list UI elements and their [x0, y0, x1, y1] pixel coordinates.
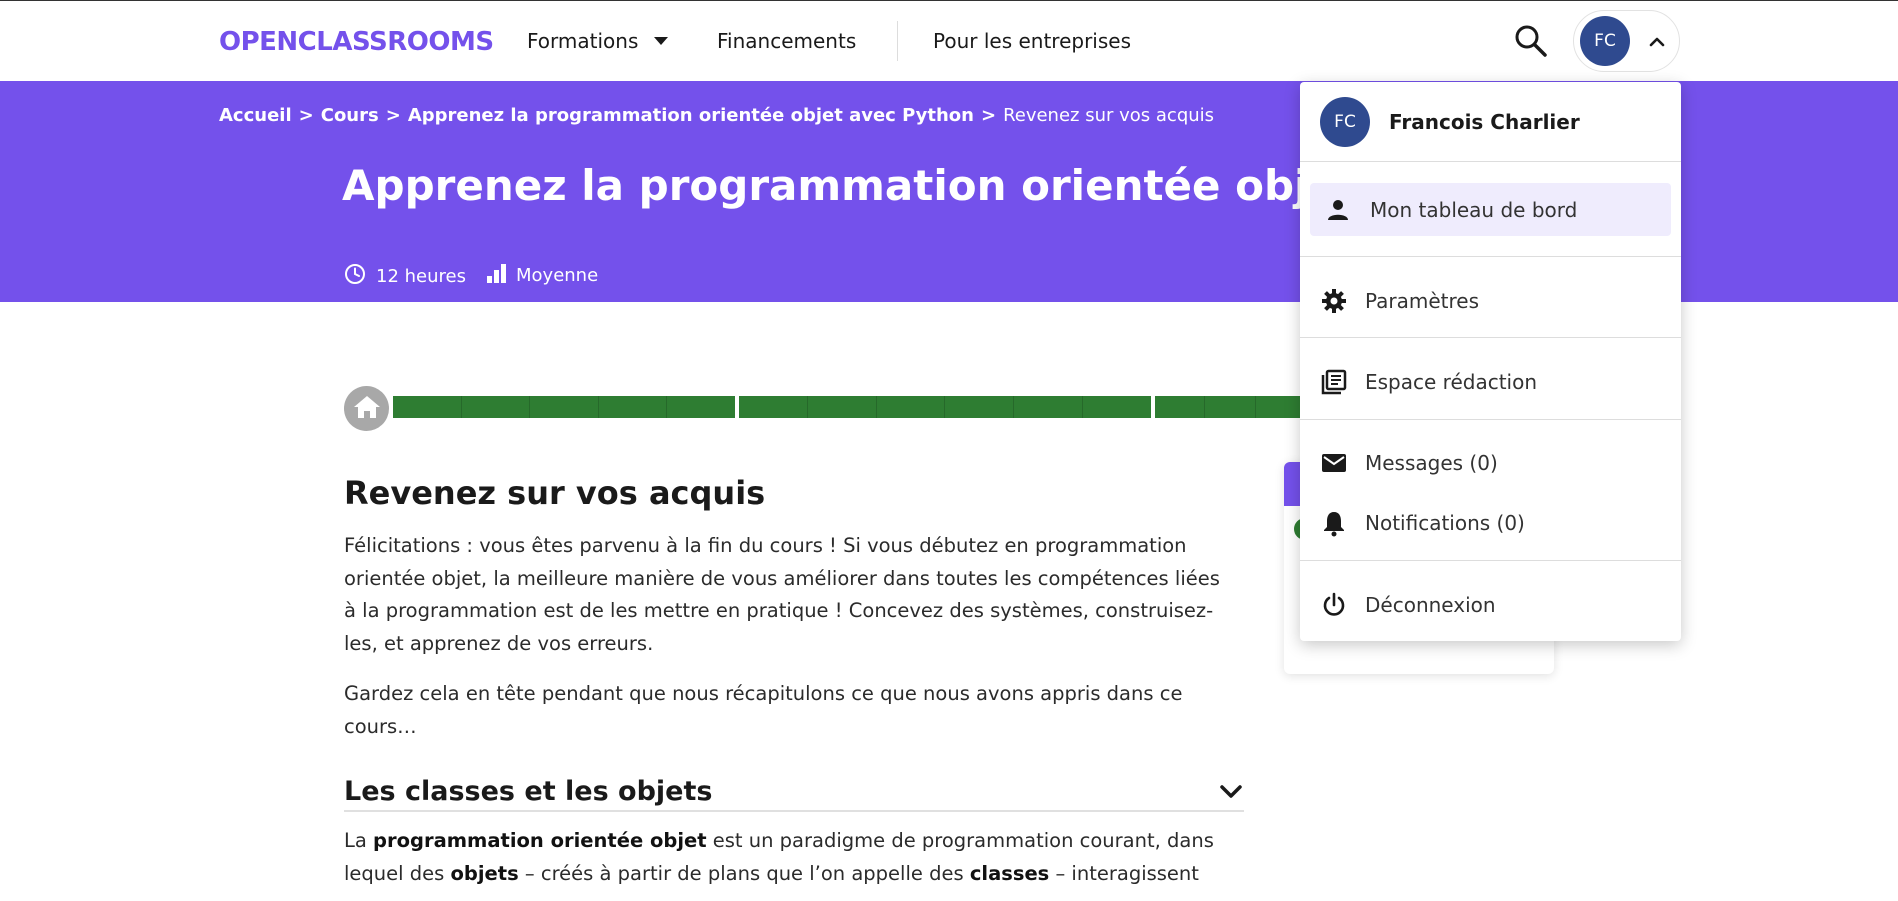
user-menu-button[interactable]: FC — [1573, 10, 1680, 72]
paragraph: Félicitations : vous êtes parvenu à la f… — [344, 534, 1220, 655]
menu-item-label: Messages (0) — [1365, 451, 1498, 475]
course-duration: 12 heures — [344, 263, 466, 290]
level-label: Moyenne — [516, 265, 599, 286]
chapter-title: Revenez sur vos acquis — [344, 474, 766, 512]
chapter-content: Revenez sur vos acquis Félicitations : v… — [344, 474, 1244, 743]
menu-divider — [1300, 560, 1681, 561]
duration-label: 12 heures — [376, 266, 466, 287]
avatar: FC — [1320, 97, 1370, 147]
breadcrumb-current: Revenez sur vos acquis — [1003, 105, 1215, 126]
search-icon[interactable] — [1513, 23, 1549, 59]
avatar-initials: FC — [1594, 31, 1616, 51]
bold-term: programmation orientée objet — [373, 829, 707, 852]
nav-financements[interactable]: Financements — [717, 29, 856, 53]
menu-item-label: Paramètres — [1365, 289, 1480, 313]
course-progress-bar — [393, 396, 1305, 418]
bold-term: objets — [450, 861, 519, 885]
gear-icon — [1320, 287, 1348, 315]
nav-entreprises-label: Pour les entreprises — [933, 29, 1132, 53]
nav-financements-label: Financements — [717, 29, 857, 53]
nav-divider — [897, 21, 898, 61]
text-run: La — [344, 829, 374, 852]
section-title: Les classes et les objets — [344, 775, 713, 807]
user-name: Francois Charlier — [1389, 110, 1580, 134]
breadcrumb: Accueil > Cours > Apprenez la programmat… — [219, 105, 1214, 126]
menu-item-label: Espace rédaction — [1365, 370, 1538, 394]
menu-item-messages[interactable]: Messages (0) — [1300, 438, 1681, 488]
nav-formations[interactable]: Formations — [527, 29, 669, 53]
breadcrumb-course[interactable]: Apprenez la programmation orientée objet… — [408, 105, 974, 126]
course-title: Apprenez la programmation orientée objet… — [342, 161, 1302, 210]
avatar: FC — [1580, 16, 1630, 66]
breadcrumb-separator: > — [298, 105, 314, 126]
menu-divider — [1300, 337, 1681, 338]
menu-item-label: Notifications (0) — [1365, 511, 1525, 535]
clock-icon — [344, 263, 366, 290]
bold-term: classes — [969, 861, 1050, 885]
paragraph: La programmation orientée objet est un p… — [344, 825, 1237, 890]
home-icon — [353, 394, 381, 424]
caret-down-icon — [654, 37, 669, 45]
person-icon — [1324, 196, 1352, 224]
course-level: Moyenne — [486, 263, 598, 288]
text-run: – interagissent — [1049, 861, 1199, 885]
menu-item-writing-space[interactable]: Espace rédaction — [1300, 357, 1681, 407]
nav-entreprises[interactable]: Pour les entreprises — [933, 29, 1131, 53]
menu-item-label: Mon tableau de bord — [1370, 197, 1578, 222]
openclassrooms-logo[interactable]: OPENCLASSROOMS — [219, 27, 494, 57]
user-dropdown-menu: FC Francois Charlier Mon tableau de bord… — [1300, 82, 1681, 641]
text-run: – créés à partir de plans que l’on appel… — [518, 861, 970, 885]
section-accordion-header[interactable]: Les classes et les objets — [344, 772, 1244, 812]
menu-divider — [1300, 256, 1681, 257]
chevron-up-icon — [1648, 33, 1666, 51]
progress-part-3[interactable] — [1155, 396, 1305, 418]
chevron-down-icon[interactable] — [1218, 778, 1244, 804]
menu-item-logout[interactable]: Déconnexion — [1300, 580, 1681, 630]
breadcrumb-home[interactable]: Accueil — [219, 105, 292, 126]
menu-divider — [1300, 419, 1681, 420]
breadcrumb-separator: > — [385, 105, 401, 126]
bell-icon — [1320, 509, 1348, 537]
top-navbar: OPENCLASSROOMS Formations Financements P… — [0, 0, 1898, 81]
breadcrumb-cours[interactable]: Cours — [321, 105, 379, 126]
avatar-initials: FC — [1334, 112, 1356, 132]
menu-item-dashboard[interactable]: Mon tableau de bord — [1310, 183, 1671, 236]
progress-part-2[interactable] — [739, 396, 1151, 418]
nav-formations-label: Formations — [527, 29, 639, 53]
paragraph: Gardez cela en tête pendant que nous réc… — [344, 682, 1183, 738]
menu-item-label: Déconnexion — [1365, 593, 1496, 617]
menu-item-notifications[interactable]: Notifications (0) — [1300, 498, 1681, 548]
course-home-button[interactable] — [344, 386, 389, 431]
menu-item-settings[interactable]: Paramètres — [1300, 276, 1681, 326]
power-icon — [1320, 591, 1348, 619]
mail-icon — [1320, 449, 1348, 477]
progress-part-1[interactable] — [393, 396, 735, 418]
level-bars-icon — [486, 263, 506, 288]
menu-user-header: FC Francois Charlier — [1300, 82, 1681, 162]
library-icon — [1320, 368, 1348, 396]
breadcrumb-separator: > — [980, 105, 997, 126]
